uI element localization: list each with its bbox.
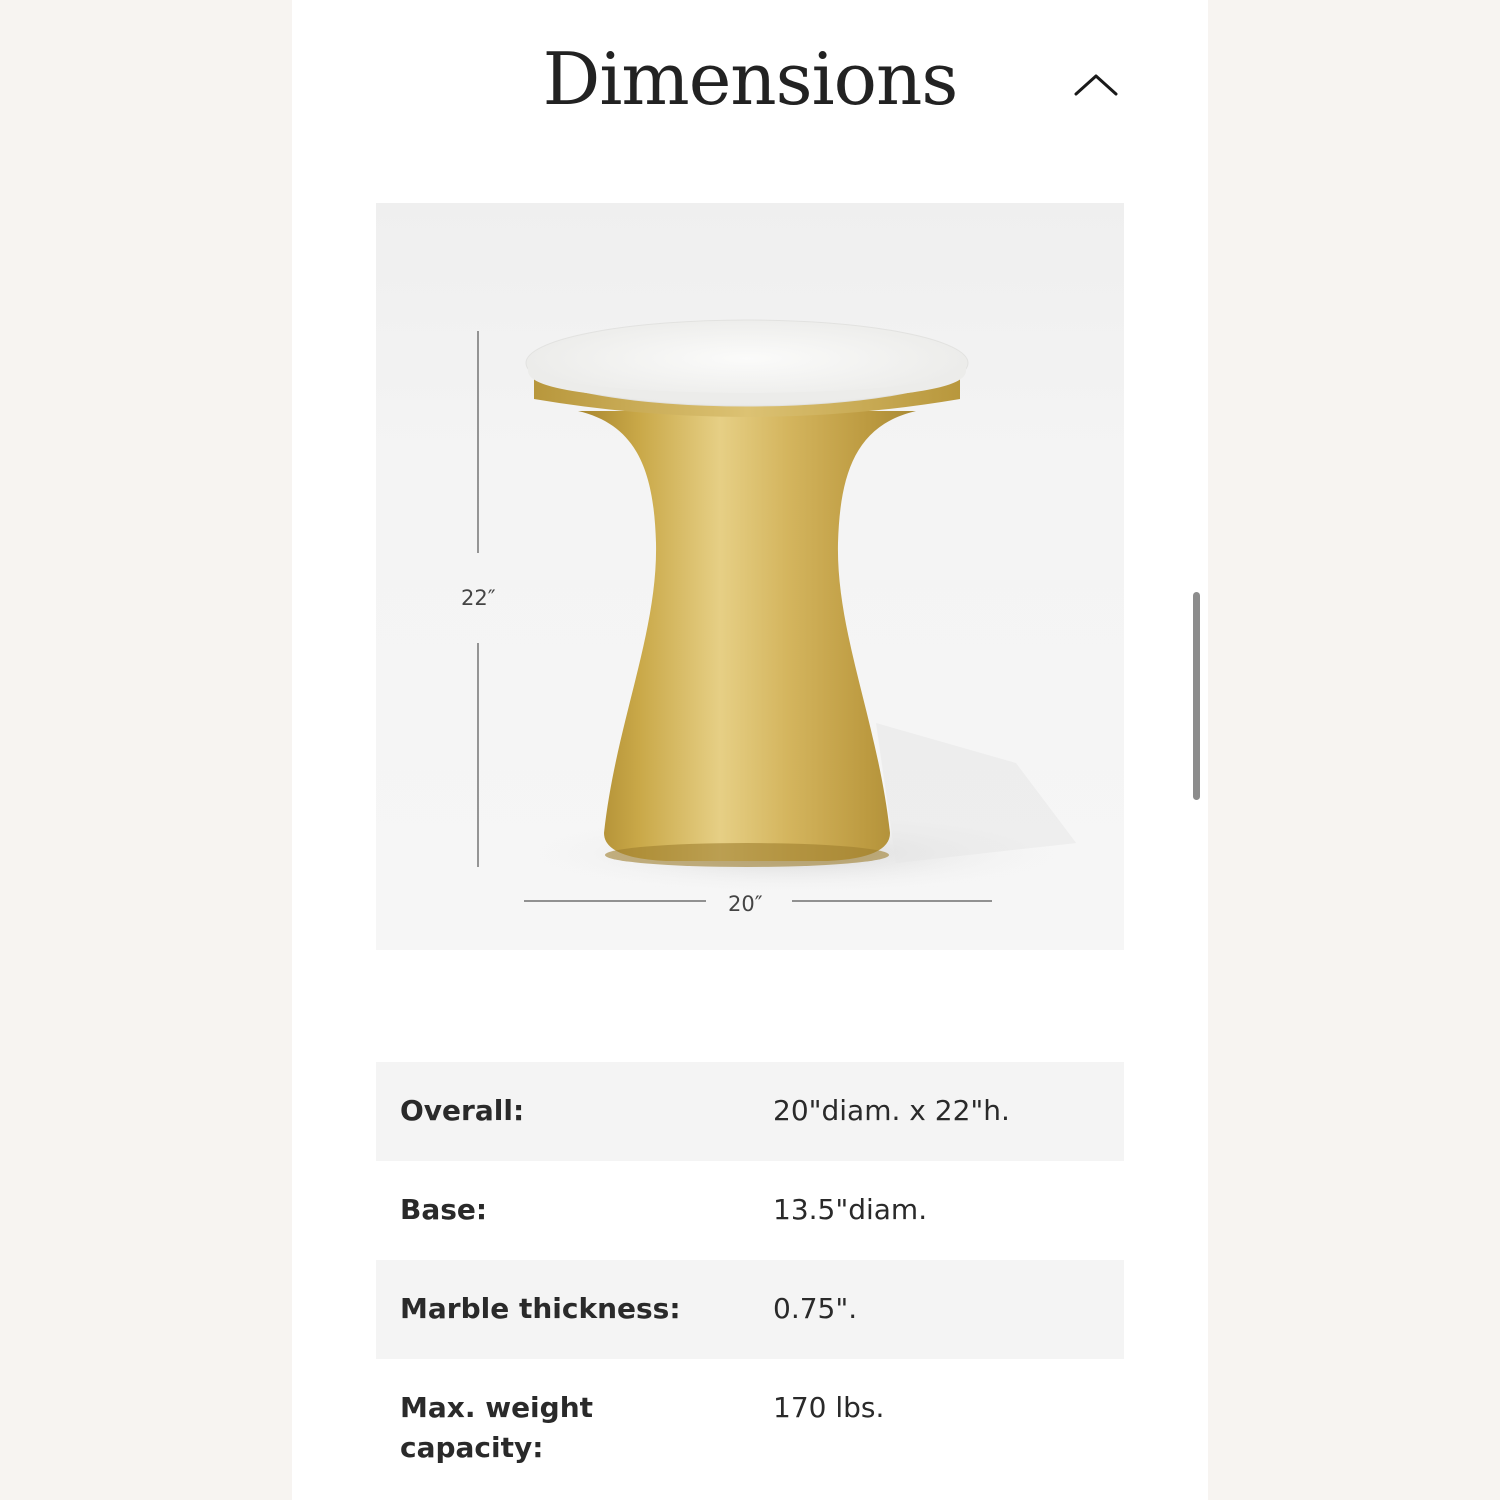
spec-label: Max. weight capacity:: [400, 1391, 594, 1464]
spec-value: 0.75".: [773, 1292, 858, 1325]
side-table-illustration: [477, 319, 1076, 902]
table-row: Overall: 20"diam. x 22"h.: [376, 1062, 1124, 1161]
table-row: Base: 13.5"diam.: [376, 1161, 1124, 1260]
product-dimensions-panel: Dimensions 22″ 20″ Overall: 20"diam. x 2…: [292, 0, 1208, 1500]
specs-table: Overall: 20"diam. x 22"h. Base: 13.5"dia…: [376, 1062, 1124, 1497]
spec-value: 20"diam. x 22"h.: [773, 1094, 1010, 1127]
collapse-button[interactable]: [1070, 62, 1122, 106]
table-row: Max. weight capacity: 170 lbs.: [376, 1359, 1124, 1497]
product-dimension-image: 22″ 20″: [376, 203, 1124, 950]
scrollbar-thumb[interactable]: [1193, 592, 1200, 800]
width-dimension-label: 20″: [728, 892, 763, 916]
height-dimension-label: 22″: [461, 586, 496, 610]
table-row: Marble thickness: 0.75".: [376, 1260, 1124, 1359]
chevron-up-icon: [1074, 74, 1118, 96]
spec-label: Marble thickness:: [400, 1292, 681, 1325]
spec-value: 13.5"diam.: [773, 1193, 928, 1226]
spec-value: 170 lbs.: [773, 1391, 885, 1424]
spec-label: Base:: [400, 1193, 488, 1226]
spec-label: Overall:: [400, 1094, 525, 1127]
